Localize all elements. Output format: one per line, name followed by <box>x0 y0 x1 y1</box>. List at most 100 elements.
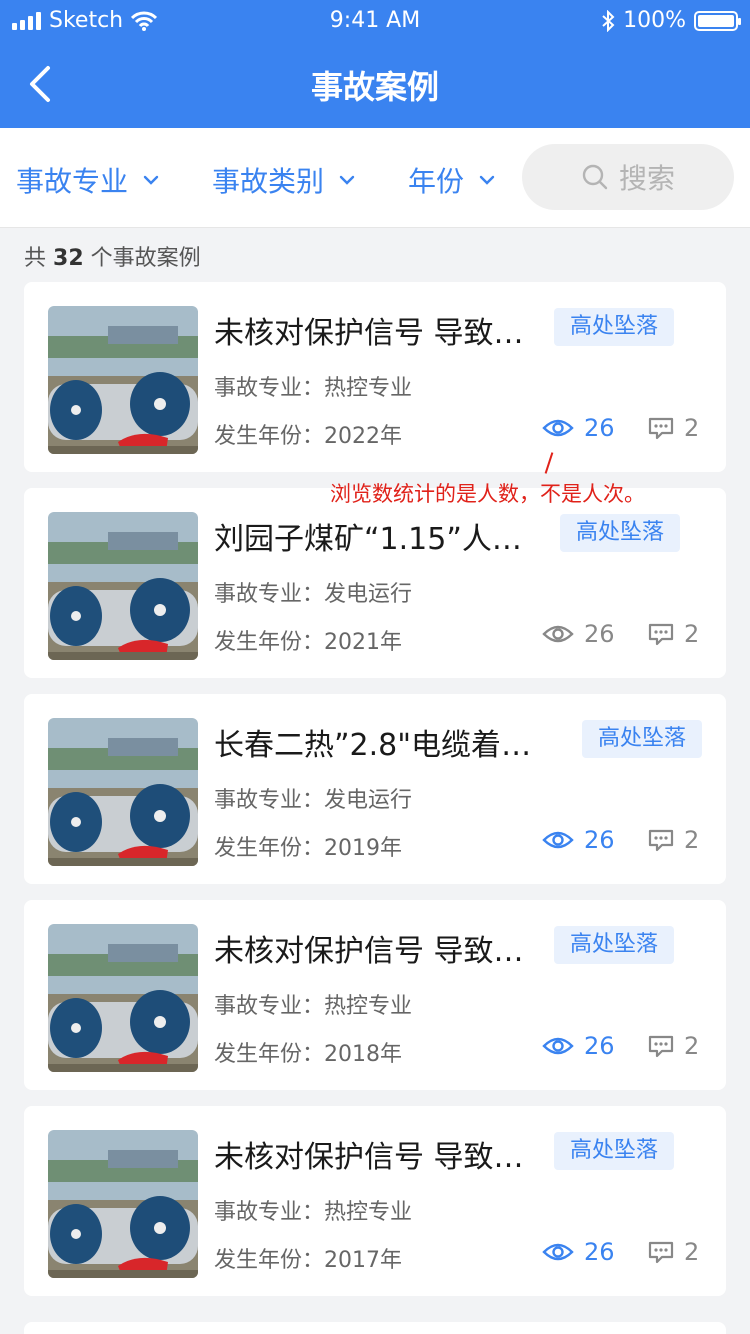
case-title: 未核对保护信号 导致锅炉灭火 <box>214 316 544 351</box>
case-card[interactable]: 未核对保护信号 导致锅炉灭火 高处坠落 事故专业：热控专业 发生年份：2022年… <box>24 282 726 472</box>
comment-count: 2 <box>648 1032 699 1060</box>
comment-count-value: 2 <box>684 414 700 442</box>
comment-icon <box>648 417 674 440</box>
year-label: 发生年份： <box>214 836 325 861</box>
major-label: 事故专业： <box>214 582 325 607</box>
comment-count-value: 2 <box>684 826 700 854</box>
case-major: 事故专业：发电运行 <box>214 576 412 608</box>
year-value: 2019年 <box>324 836 403 861</box>
app-header: Sketch 9:41 AM 100% 事故案例 <box>0 0 750 128</box>
annotation-note: 浏览数统计的是人数，不是人次。 <box>330 482 645 506</box>
case-thumbnail <box>48 306 198 454</box>
chevron-down-icon <box>339 175 355 185</box>
search-placeholder: 搜索 <box>618 162 675 195</box>
category-badge: 高处坠落 <box>582 720 703 758</box>
comment-icon <box>648 1035 674 1058</box>
year-label: 发生年份： <box>214 424 325 449</box>
filter-bar: 事故专业 事故类别 年份 搜索 <box>0 128 750 228</box>
comment-count-value: 2 <box>684 620 700 648</box>
comment-icon <box>648 623 674 646</box>
year-label: 发生年份： <box>214 630 325 655</box>
eye-icon <box>542 831 574 849</box>
view-count: 26 <box>542 826 615 854</box>
filter-category[interactable]: 事故类别 <box>212 160 356 200</box>
chevron-down-icon <box>479 175 495 185</box>
case-title: 刘园子煤矿“1.15”人身伤亡事故 <box>214 522 544 557</box>
case-year: 发生年份：2019年 <box>214 830 402 862</box>
case-thumbnail <box>48 718 198 866</box>
count-suffix: 个事故案例 <box>90 246 201 271</box>
case-title: 未核对保护信号 导致锅炉灭火 <box>214 1140 544 1175</box>
case-title: 未核对保护信号 导致锅炉灭火 <box>214 934 544 969</box>
eye-icon <box>542 419 574 437</box>
view-count: 26 <box>542 1032 615 1060</box>
category-badge: 高处坠落 <box>554 926 675 964</box>
view-count-value: 26 <box>584 1238 615 1266</box>
view-count: 26 <box>542 1238 615 1266</box>
page-title: 事故案例 <box>310 68 439 106</box>
filter-major[interactable]: 事故专业 <box>16 160 160 200</box>
bluetooth-icon <box>602 9 615 32</box>
view-count-value: 26 <box>584 620 615 648</box>
eye-icon <box>542 1243 574 1261</box>
category-badge: 高处坠落 <box>554 1132 675 1170</box>
major-value: 热控专业 <box>324 994 413 1019</box>
case-major: 事故专业：热控专业 <box>214 988 412 1020</box>
major-label: 事故专业： <box>214 1200 325 1225</box>
status-right: 100% <box>601 8 741 33</box>
case-thumbnail <box>48 924 198 1072</box>
filter-category-label: 事故类别 <box>212 165 325 198</box>
comment-count: 2 <box>648 620 699 648</box>
status-bar: Sketch 9:41 AM 100% <box>0 0 750 42</box>
major-value: 发电运行 <box>324 582 413 607</box>
chevron-down-icon <box>143 175 159 185</box>
major-value: 发电运行 <box>324 788 413 813</box>
view-count-value: 26 <box>584 1032 615 1060</box>
case-card[interactable]: 未核对保护信号 导致锅炉灭火 高处坠落 事故专业：热控专业 发生年份：2017年… <box>24 1106 726 1296</box>
case-count: 共 32 个事故案例 <box>24 240 201 272</box>
view-count-value: 26 <box>584 414 615 442</box>
year-value: 2018年 <box>324 1042 403 1067</box>
case-year: 发生年份：2022年 <box>214 418 402 450</box>
comment-count-value: 2 <box>684 1032 700 1060</box>
search-input[interactable]: 搜索 <box>522 144 734 210</box>
case-thumbnail <box>48 1130 198 1278</box>
case-card[interactable]: 未核对保护信号 导致锅炉灭火 高处坠落 事故专业：热控专业 发生年份：2018年… <box>24 900 726 1090</box>
major-label: 事故专业： <box>214 376 325 401</box>
category-badge: 高处坠落 <box>554 308 675 346</box>
year-value: 2017年 <box>324 1248 403 1273</box>
comment-count-value: 2 <box>684 1238 700 1266</box>
major-value: 热控专业 <box>324 376 413 401</box>
search-icon <box>582 164 608 190</box>
battery-percent: 100% <box>623 8 686 33</box>
list-item-partial <box>24 1322 726 1334</box>
count-prefix: 共 <box>24 246 47 271</box>
filter-year[interactable]: 年份 <box>408 160 496 200</box>
comment-icon <box>648 829 674 852</box>
major-label: 事故专业： <box>214 788 325 813</box>
count-number: 32 <box>53 246 84 271</box>
case-title: 长春二热”2.8"电缆着火事故 <box>214 728 544 763</box>
comment-count: 2 <box>648 1238 699 1266</box>
case-major: 事故专业：热控专业 <box>214 370 412 402</box>
case-card[interactable]: 长春二热”2.8"电缆着火事故 高处坠落 事故专业：发电运行 发生年份：2019… <box>24 694 726 884</box>
case-major: 事故专业：热控专业 <box>214 1194 412 1226</box>
case-year: 发生年份：2017年 <box>214 1242 402 1274</box>
year-value: 2022年 <box>324 424 403 449</box>
year-label: 发生年份： <box>214 1248 325 1273</box>
major-label: 事故专业： <box>214 994 325 1019</box>
year-label: 发生年份： <box>214 1042 325 1067</box>
major-value: 热控专业 <box>324 1200 413 1225</box>
case-year: 发生年份：2018年 <box>214 1036 402 1068</box>
view-count: 26 <box>542 620 615 648</box>
case-card[interactable]: 刘园子煤矿“1.15”人身伤亡事故 高处坠落 事故专业：发电运行 发生年份：20… <box>24 488 726 678</box>
case-year: 发生年份：2021年 <box>214 624 402 656</box>
year-value: 2021年 <box>324 630 403 655</box>
view-count-value: 26 <box>584 826 615 854</box>
eye-icon <box>542 625 574 643</box>
view-count: 26 <box>542 414 615 442</box>
category-badge: 高处坠落 <box>560 514 681 552</box>
case-thumbnail <box>48 512 198 660</box>
filter-major-label: 事故专业 <box>16 165 129 198</box>
comment-count: 2 <box>648 826 699 854</box>
